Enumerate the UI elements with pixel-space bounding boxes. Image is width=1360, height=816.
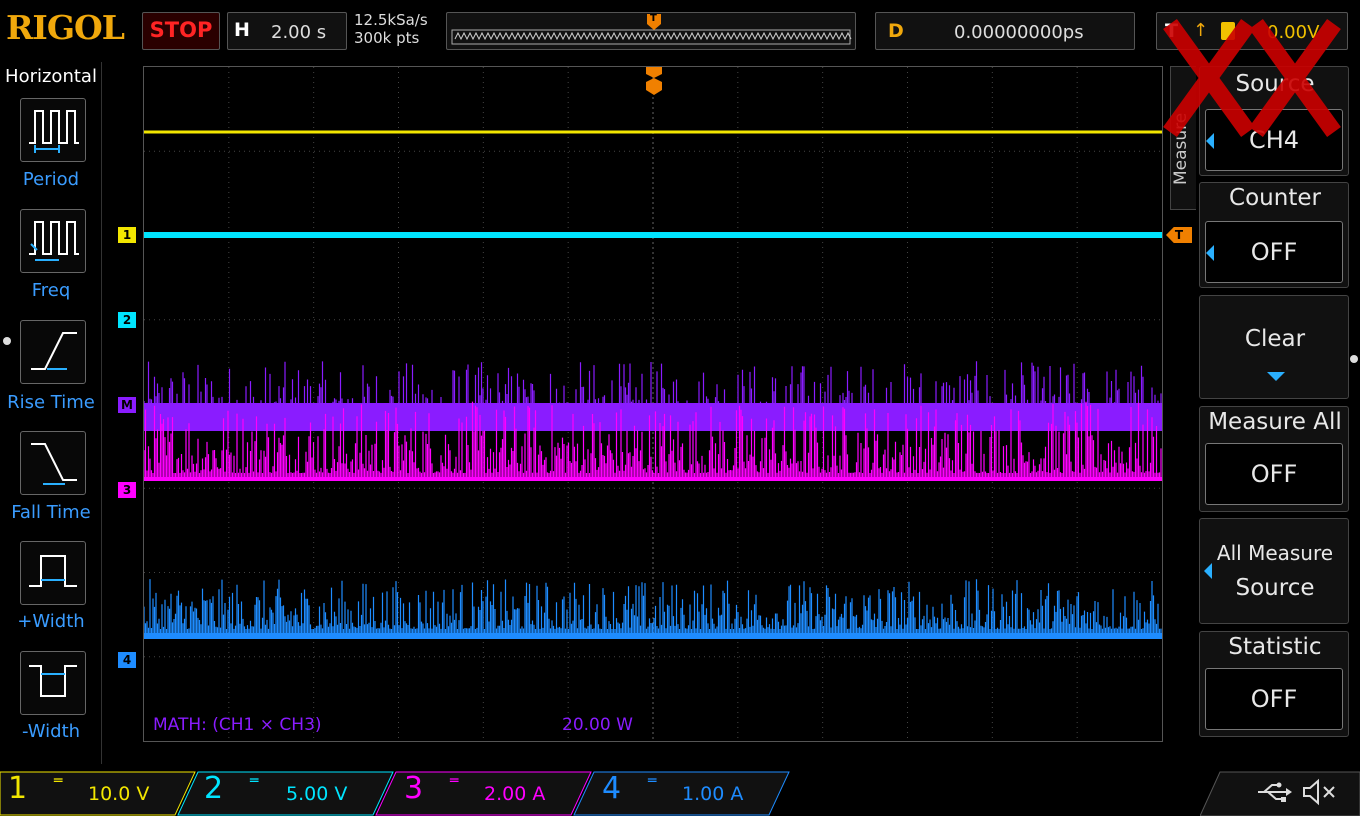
all-measure-source-softkey[interactable]: All Measure Source — [1199, 518, 1349, 624]
caret-left-icon — [1206, 245, 1214, 261]
ch4-scale: 1.00 A — [682, 783, 744, 805]
measure-rise-time-label: Rise Time — [7, 392, 95, 413]
ch2-number: 2 — [204, 771, 224, 806]
ch3-number: 3 — [404, 771, 424, 806]
ch1-number: 1 — [8, 771, 28, 806]
measure-all-softkey[interactable]: Measure All OFF — [1199, 406, 1349, 512]
measure-positive-width-button[interactable] — [20, 541, 86, 605]
memory-overview-bar[interactable]: T — [446, 12, 856, 50]
ch2-scale: 5.00 V — [286, 783, 348, 805]
horizontal-timebase[interactable]: H 2.00 s — [227, 12, 347, 50]
delay-readout[interactable]: D 0.00000000ps — [875, 12, 1135, 50]
trigger-position-marker[interactable] — [645, 66, 663, 96]
speaker-muted-icon[interactable] — [1300, 778, 1338, 806]
run-stop-status[interactable]: STOP — [142, 12, 220, 50]
trigger-level-marker[interactable]: T — [1166, 227, 1192, 243]
negative-width-icon — [29, 665, 77, 697]
measure-all-title: Measure All — [1208, 409, 1342, 435]
math-trace — [144, 361, 1162, 431]
measure-frequency-label: Freq — [31, 280, 71, 301]
ch4-number: 4 — [602, 771, 622, 806]
left-panel-title: Horizontal — [5, 66, 97, 87]
statistic-softkey[interactable]: Statistic OFF — [1199, 631, 1349, 737]
measure-period-label: Period — [22, 169, 80, 190]
all-measure-source-title: All Measure — [1216, 541, 1334, 565]
rise-time-icon — [31, 332, 77, 370]
memory-depth: 300k pts — [354, 29, 420, 47]
measure-negative-width-button[interactable] — [20, 651, 86, 715]
all-measure-source-subtitle: Source — [1235, 575, 1315, 601]
ch1-scale: 10.0 V — [88, 783, 150, 805]
ch2-offset-marker[interactable]: 2 — [118, 312, 136, 328]
ch4-offset-marker[interactable]: 4 — [118, 652, 136, 668]
fall-time-icon — [31, 443, 77, 485]
period-icon — [29, 110, 79, 153]
ch1-offset-marker[interactable]: 1 — [118, 227, 136, 243]
counter-softkey[interactable]: Counter OFF — [1199, 182, 1349, 288]
acquisition-info: 12.5kSa/s 300k pts — [354, 11, 428, 47]
rigol-logo: RIGOL — [6, 8, 125, 47]
caret-down-icon — [1267, 372, 1285, 381]
clear-title: Clear — [1244, 326, 1306, 352]
timebase-value: 2.00 s — [271, 22, 327, 43]
math-scale-label: 20.00 W — [562, 715, 633, 735]
dc-coupling-icon: ═ — [648, 773, 657, 789]
ch3-scale: 2.00 A — [484, 783, 546, 805]
counter-title: Counter — [1229, 185, 1321, 211]
ch2-status-tab[interactable]: 2 ═ 5.00 V — [196, 771, 386, 816]
counter-value: OFF — [1205, 221, 1343, 283]
measure-negative-width-label: -Width — [21, 721, 81, 742]
positive-width-icon — [29, 555, 77, 587]
delay-label: D — [888, 20, 904, 42]
measure-positive-width-label: +Width — [17, 611, 85, 632]
caret-left-icon — [1204, 563, 1212, 579]
dc-coupling-icon: ═ — [54, 773, 63, 789]
xx-watermark-logo — [1163, 19, 1341, 137]
waveform-display[interactable] — [143, 66, 1163, 742]
memory-trigger-marker: T — [650, 13, 657, 24]
statistic-value: OFF — [1205, 668, 1343, 730]
measure-all-value: OFF — [1205, 443, 1343, 505]
math-expression-label: MATH: (CH1 × CH3) — [153, 715, 322, 735]
ch1-status-tab[interactable]: 1 ═ 10.0 V — [0, 771, 190, 816]
dc-coupling-icon: ═ — [250, 773, 259, 789]
math-offset-marker[interactable]: M — [118, 397, 136, 413]
delay-value: 0.00000000ps — [954, 22, 1084, 43]
ch3-offset-marker[interactable]: 3 — [118, 482, 136, 498]
measure-rise-time-button[interactable] — [20, 320, 86, 384]
measure-frequency-button[interactable] — [20, 209, 86, 273]
statistic-title: Statistic — [1228, 634, 1322, 660]
measure-fall-time-button[interactable] — [20, 431, 86, 495]
horizontal-label: H — [234, 19, 250, 41]
dc-coupling-icon: ═ — [450, 773, 459, 789]
frequency-icon — [29, 221, 79, 261]
measure-fall-time-label: Fall Time — [11, 502, 91, 523]
right-knob-indicator — [1350, 355, 1358, 363]
measure-period-button[interactable] — [20, 98, 86, 162]
ch3-status-tab[interactable]: 3 ═ 2.00 A — [396, 771, 586, 816]
left-knob-indicator — [3, 337, 11, 345]
sample-rate: 12.5kSa/s — [354, 11, 428, 29]
usb-icon — [1258, 782, 1292, 802]
ch4-status-tab[interactable]: 4 ═ 1.00 A — [594, 771, 784, 816]
clear-softkey[interactable]: Clear — [1199, 295, 1349, 399]
